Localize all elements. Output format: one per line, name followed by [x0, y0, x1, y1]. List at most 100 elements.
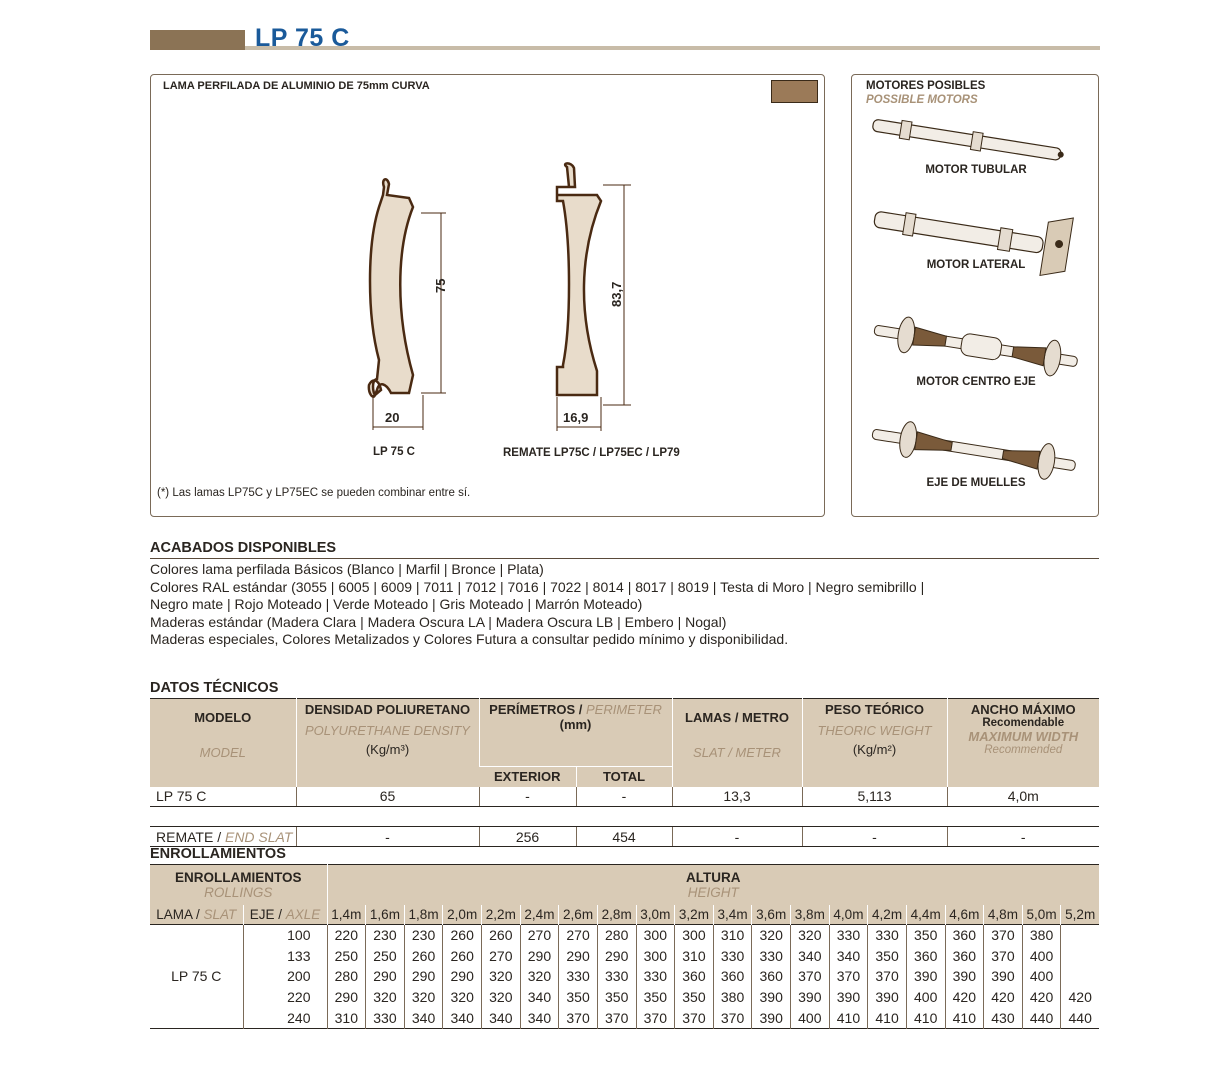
- spring-axle-drawing: [871, 421, 1076, 480]
- rolling-value-cell: 330: [365, 1007, 405, 1029]
- tech-heading: DATOS TÉCNICOS: [150, 680, 279, 696]
- rolling-value-cell: 250: [365, 945, 405, 967]
- motor-tubular-label: MOTOR TUBULAR: [925, 164, 1027, 176]
- rolling-value-cell: 390: [751, 986, 791, 1008]
- header-rule: [245, 46, 1100, 50]
- rolling-value-cell: 320: [751, 924, 791, 946]
- rolling-value-cell: 400: [1021, 945, 1061, 967]
- slat-height-label: 75: [433, 278, 448, 293]
- rolling-value-cell: 420: [983, 986, 1023, 1008]
- motor-centro-eje-label: MOTOR CENTRO EJE: [916, 376, 1036, 388]
- rolling-value-cell: 310: [326, 1007, 366, 1029]
- table-row: LP 75 C 100 220 230 230 260 260 270 270 280 300 300…: [150, 924, 1099, 984]
- finish-line: Maderas estándar (Madera Clara | Madera …: [150, 613, 727, 630]
- rolling-value-cell: 290: [403, 966, 443, 987]
- motor-drawings: [871, 119, 1078, 480]
- height-col: 4,6m: [944, 904, 984, 925]
- col-width: ANCHO MÁXIMO Recomendable MAXIMUM WIDTH …: [946, 698, 1099, 787]
- height-col: 3,8m: [790, 904, 830, 925]
- rolling-value-cell: 340: [519, 986, 559, 1008]
- rolling-value-cell: 290: [365, 966, 405, 987]
- col-exterior: EXTERIOR: [479, 766, 576, 787]
- rolling-value-cell: 400: [905, 986, 945, 1008]
- height-col: 5,0m: [1021, 904, 1061, 925]
- rolling-value-cell: 370: [867, 966, 907, 987]
- col-density: DENSIDAD POLIURETANO POLYURETHANE DENSIT…: [295, 698, 479, 787]
- rolling-value-cell: 280: [596, 924, 636, 946]
- rolling-value-cell: 370: [674, 1007, 714, 1029]
- rolling-value-cell: 340: [790, 945, 830, 967]
- finishes-rule: [150, 558, 1099, 559]
- page-title: LP 75 C: [255, 24, 350, 52]
- finishes-heading: ACABADOS DISPONIBLES: [150, 540, 337, 556]
- height-col: 2,6m: [558, 904, 598, 925]
- rolling-value-cell: 330: [635, 966, 675, 987]
- height-col: 3,0m: [635, 904, 675, 925]
- rolling-value-cell: 390: [905, 966, 945, 987]
- end-slat-height-label: 83,7: [609, 281, 624, 307]
- axle-cell: 200: [242, 966, 327, 987]
- rolling-value-cell: 380: [1021, 924, 1061, 946]
- rolling-value-cell: 370: [558, 1007, 598, 1029]
- rolling-value-cell: 340: [481, 1007, 521, 1029]
- col-slats: LAMAS / METRO SLAT / METER: [671, 698, 802, 787]
- rolling-value-cell: 420: [1060, 986, 1099, 1008]
- rolling-value-cell: 370: [983, 945, 1023, 967]
- rolling-value-cell: 320: [481, 966, 521, 987]
- height-col: 3,4m: [712, 904, 752, 925]
- rollings-heading: ENROLLAMIENTOS: [150, 846, 286, 862]
- rolling-value-cell: 390: [751, 1007, 791, 1029]
- col-rollings: ENROLLAMIENTOS ROLLINGS: [150, 864, 327, 905]
- spring-axle-label: EJE DE MUELLES: [926, 477, 1026, 489]
- rolling-value-cell: 440: [1060, 1007, 1099, 1029]
- axle-cell: 240: [242, 1007, 327, 1029]
- table-row: 220 290 320 320 320 320 340 350 350 350 350 380 390 3…: [150, 986, 1099, 1008]
- rolling-value-cell: 310: [674, 945, 714, 967]
- rolling-value-cell: 380: [712, 986, 752, 1008]
- rolling-value-cell: 290: [326, 986, 366, 1008]
- rolling-value-cell: 350: [867, 945, 907, 967]
- table-row: 133 250 250 260 260 270 290 290 290 300 310 330 330 3…: [150, 945, 1099, 967]
- rolling-value-cell: 320: [481, 986, 521, 1008]
- rolling-value-cell: 350: [558, 986, 598, 1008]
- rolling-value-cell: 390: [983, 966, 1023, 987]
- height-col: 4,0m: [828, 904, 868, 925]
- rolling-value-cell: 390: [944, 966, 984, 987]
- axle-cell: 220: [242, 986, 327, 1008]
- rolling-value-cell: 370: [983, 924, 1023, 946]
- profile-drawings: [367, 162, 631, 431]
- rolling-value-cell: 330: [751, 945, 791, 967]
- rolling-value-cell: 340: [442, 1007, 482, 1029]
- motor-centro-eje-drawing: [873, 316, 1078, 377]
- rolling-value-cell: 410: [828, 1007, 868, 1029]
- rolling-value-cell: 320: [790, 924, 830, 946]
- rolling-value-cell: 350: [635, 986, 675, 1008]
- finish-line: Maderas especiales, Colores Metalizados …: [150, 631, 789, 648]
- rolling-value-cell: 250: [326, 945, 366, 967]
- rolling-value-cell: 360: [674, 966, 714, 987]
- slat-profile-drawing: [367, 178, 446, 430]
- rolling-value-cell: 400: [790, 1007, 830, 1029]
- rolling-value-cell: 420: [944, 986, 984, 1008]
- height-col: 4,4m: [905, 904, 945, 925]
- height-col: 2,0m: [442, 904, 482, 925]
- profile-panel: LAMA PERFILADA DE ALUMINIO DE 75mm CURVA…: [150, 74, 825, 517]
- rolling-value-cell: 400: [1021, 966, 1061, 987]
- col-eje: EJE / AXLE: [242, 904, 327, 925]
- finish-line: Negro mate | Rojo Moteado | Verde Motead…: [150, 596, 643, 613]
- rolling-value-cell: 330: [867, 924, 907, 946]
- rolling-value-cell: 260: [442, 924, 482, 946]
- motors-panel: MOTORES POSIBLES POSSIBLE MOTORS MOTOR T…: [851, 74, 1099, 517]
- height-col: 1,8m: [403, 904, 443, 925]
- rolling-value-cell: 410: [867, 1007, 907, 1029]
- height-col: 5,2m: [1060, 904, 1099, 925]
- rolling-value-cell: 350: [905, 924, 945, 946]
- height-col: 4,2m: [867, 904, 907, 925]
- col-height: ALTURA HEIGHT: [326, 864, 1099, 905]
- rolling-value-cell: [1060, 966, 1099, 987]
- model-cell: LP 75 C: [171, 968, 222, 985]
- rolling-value-cell: 390: [828, 986, 868, 1008]
- rolling-value-cell: 350: [674, 986, 714, 1008]
- rolling-value-cell: 300: [674, 924, 714, 946]
- table-row: 240 310 330 340 340 340 340 370 370 370 370 370 390 4…: [150, 1007, 1099, 1029]
